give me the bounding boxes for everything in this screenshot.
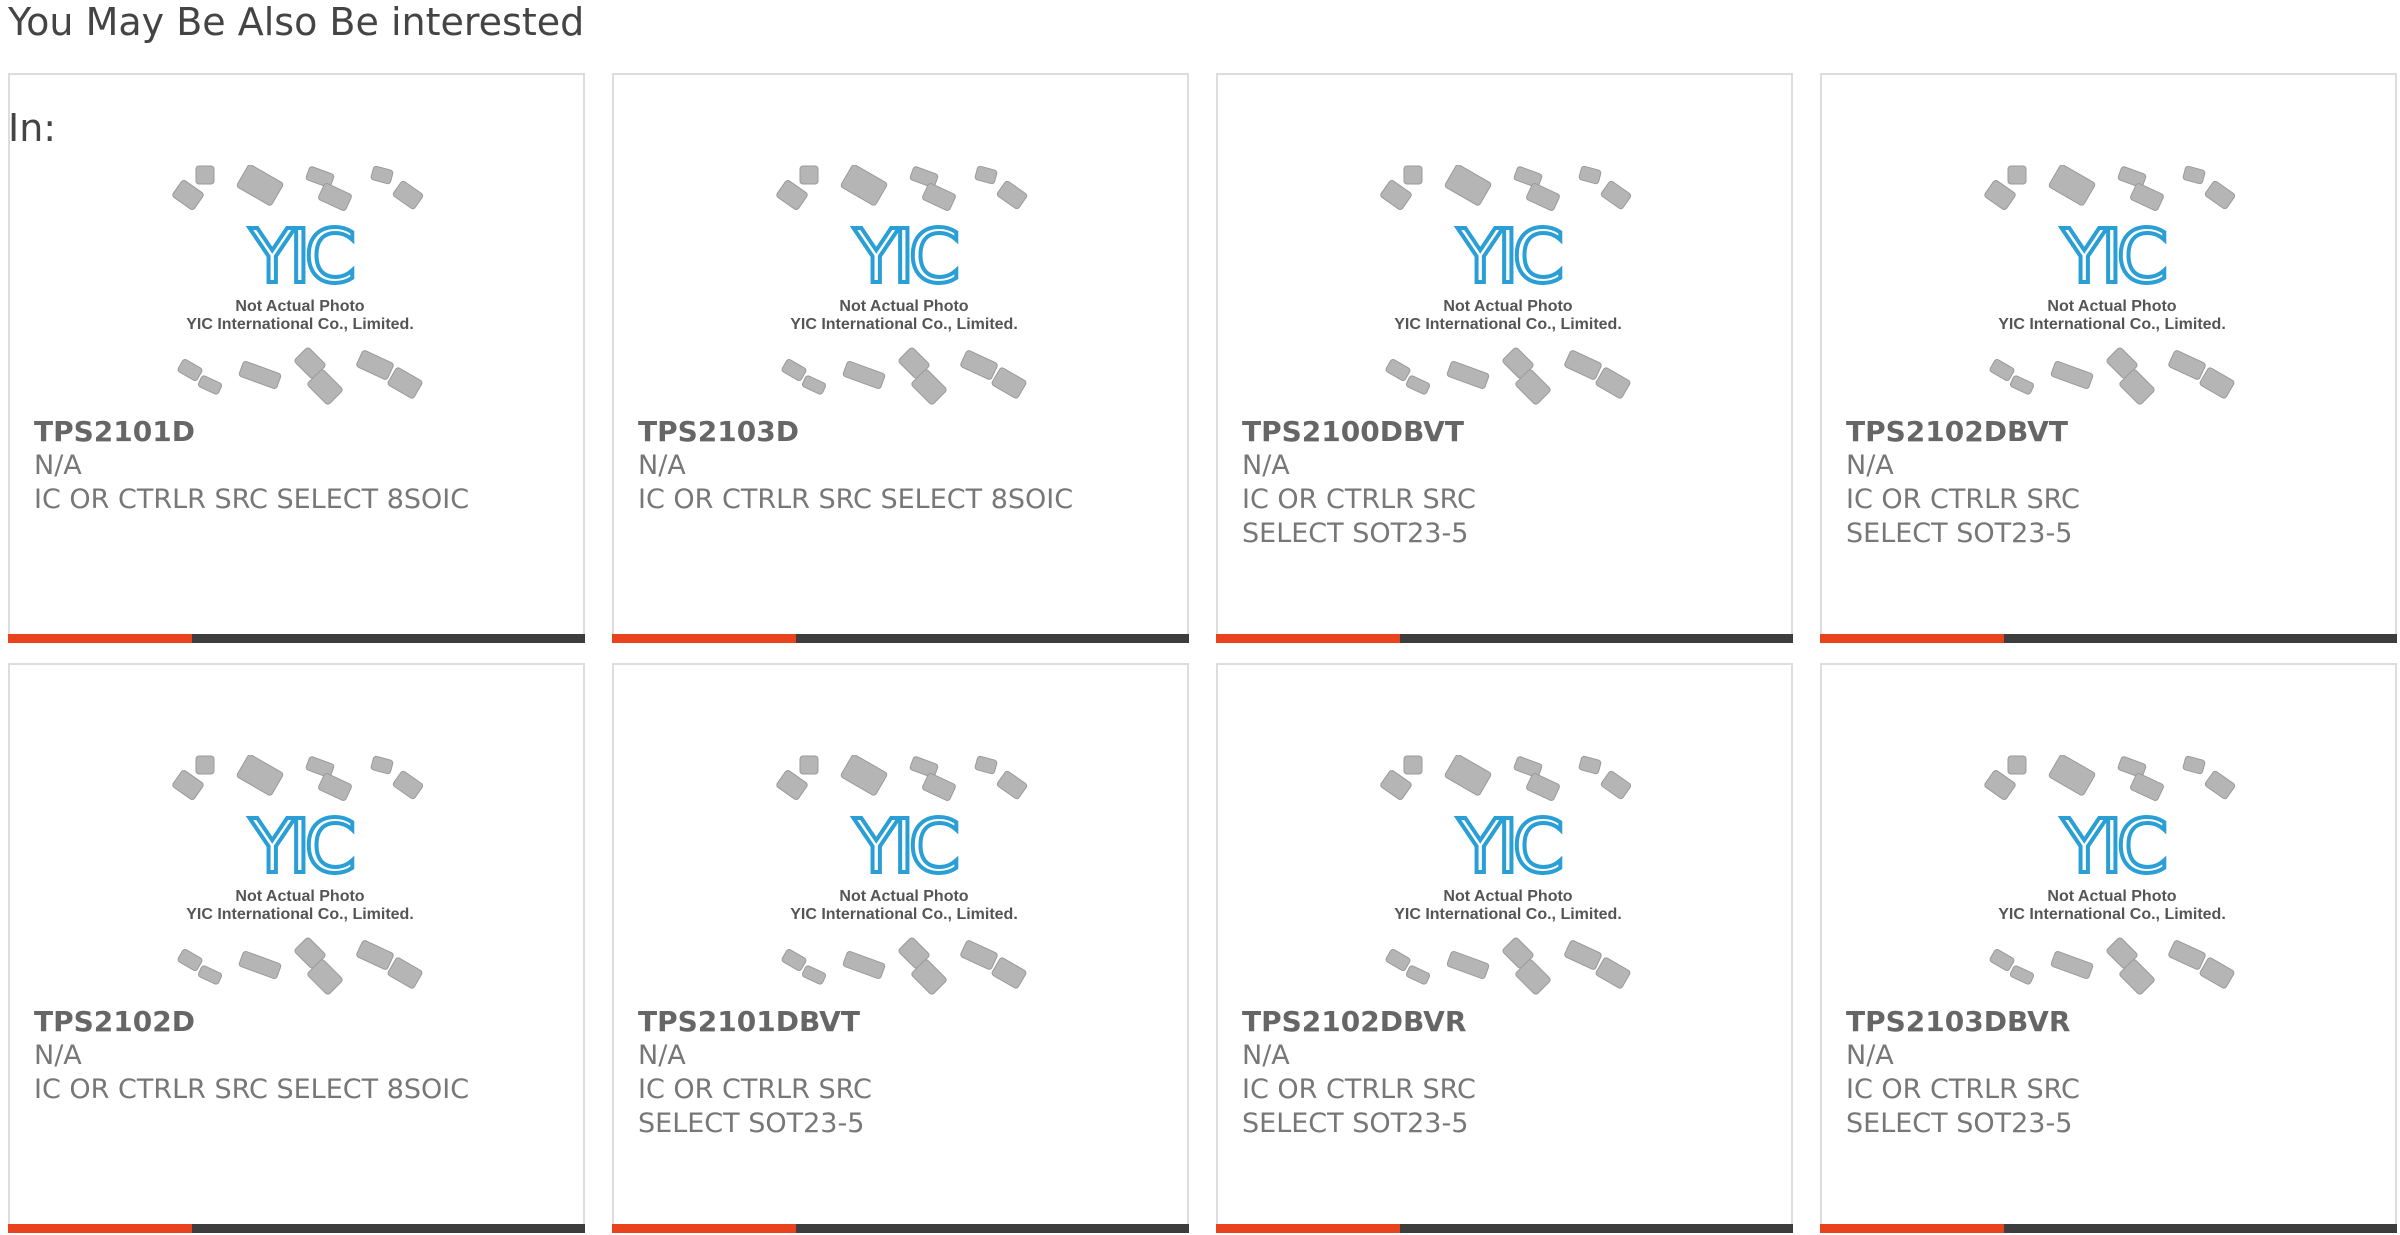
thumbnail-caption-line1: Not Actual Photo [2047,298,2176,315]
yic-logo: YIC [853,214,957,300]
description: IC OR CTRLR SRC SELECT SOT23-5 [1846,484,2080,549]
card-accent-bar [1216,1224,1400,1233]
product-card[interactable]: YIC Not Actual Photo YIC International Co.… [1216,663,1793,1233]
product-thumbnail[interactable]: YIC Not Actual Photo YIC International Co.… [1972,755,2252,995]
product-thumbnail[interactable]: YIC Not Actual Photo YIC International Co.… [764,165,1044,405]
card-accent-bar [1820,634,2004,643]
placeholder-chips-image: YICNot Actual PhotoYIC International Co.… [1380,755,1632,995]
product-info: TPS2102D N/A IC OR CTRLR SRC SELECT 8SOI… [34,1005,554,1107]
section-title: You May Be Also Be interested [8,0,585,44]
card-bottom-bar [1216,1224,1793,1233]
product-card[interactable]: YIC Not Actual Photo YIC International Co.… [1820,73,2397,643]
thumbnail-caption-line2: YIC International Co., Limited. [1394,906,1622,923]
part-number-link[interactable]: TPS2103D [638,415,1158,449]
part-number-link[interactable]: TPS2102D [34,1005,554,1039]
yic-logo: YIC [2061,214,2165,300]
thumbnail-caption-line1: Not Actual Photo [235,298,364,315]
product-card[interactable]: YIC Not Actual Photo YIC International Co.… [1216,73,1793,643]
thumbnail-caption-line1: Not Actual Photo [2047,888,2176,905]
product-info: TPS2100DBVT N/A IC OR CTRLR SRC SELECT S… [1242,415,1762,551]
description: IC OR CTRLR SRC SELECT 8SOIC [34,484,470,515]
placeholder-chips-image: YICNot Actual PhotoYIC International Co.… [776,755,1028,995]
product-thumbnail[interactable]: YIC Not Actual Photo YIC International Co.… [160,755,440,995]
card-bottom-bar [8,634,585,643]
product-thumbnail[interactable]: YIC Not Actual Photo YIC International Co.… [1368,165,1648,405]
yic-logo: YIC [1457,214,1561,300]
product-info: TPS2103D N/A IC OR CTRLR SRC SELECT 8SOI… [638,415,1158,517]
product-info: TPS2101D N/A IC OR CTRLR SRC SELECT 8SOI… [34,415,554,517]
manufacturer: N/A [638,1040,686,1071]
product-card[interactable]: YIC Not Actual Photo YIC International Co.… [612,73,1189,643]
description: IC OR CTRLR SRC SELECT SOT23-5 [638,1074,872,1139]
placeholder-chips-image: YICNot Actual PhotoYIC International Co.… [1380,165,1632,405]
product-thumbnail[interactable]: YIC Not Actual Photo YIC International Co.… [160,165,440,405]
description: IC OR CTRLR SRC SELECT SOT23-5 [1242,1074,1476,1139]
card-accent-bar [612,1224,796,1233]
thumbnail-caption-line1: Not Actual Photo [1443,298,1572,315]
manufacturer: N/A [34,1040,82,1071]
product-card[interactable]: YIC Not Actual Photo YIC International Co.… [1820,663,2397,1233]
card-accent-bar [8,1224,192,1233]
card-accent-bar [1820,1224,2004,1233]
part-number-link[interactable]: TPS2102DBVT [1846,415,2366,449]
product-card[interactable]: YIC Not Actual Photo YIC International Co.… [8,73,585,643]
thumbnail-caption-line2: YIC International Co., Limited. [790,906,1018,923]
product-thumbnail[interactable]: YIC Not Actual Photo YIC International Co.… [1368,755,1648,995]
product-card[interactable]: YIC Not Actual Photo YIC International Co.… [612,663,1189,1233]
placeholder-chips-image: YICNot Actual PhotoYIC International Co.… [172,755,424,995]
description: IC OR CTRLR SRC SELECT 8SOIC [34,1074,470,1105]
product-info: TPS2101DBVT N/A IC OR CTRLR SRC SELECT S… [638,1005,1158,1141]
manufacturer: N/A [638,450,686,481]
thumbnail-caption-line2: YIC International Co., Limited. [186,906,414,923]
thumbnail-caption-line2: YIC International Co., Limited. [1998,906,2226,923]
product-card[interactable]: YIC Not Actual Photo YIC International Co.… [8,663,585,1233]
yic-logo: YIC [249,214,353,300]
thumbnail-caption-line2: YIC International Co., Limited. [1998,316,2226,333]
placeholder-chips-image: YICNot Actual PhotoYIC International Co.… [1984,755,2236,995]
manufacturer: N/A [1846,1040,1894,1071]
placeholder-chips-image: YICNot Actual PhotoYIC International Co.… [1984,165,2236,405]
description: IC OR CTRLR SRC SELECT 8SOIC [638,484,1074,515]
product-thumbnail[interactable]: YIC Not Actual Photo YIC International Co.… [1972,165,2252,405]
placeholder-chips-image: YICNot Actual PhotoYIC International Co.… [172,165,424,405]
description: IC OR CTRLR SRC SELECT SOT23-5 [1846,1074,2080,1139]
yic-logo: YIC [1457,804,1561,890]
card-accent-bar [1216,634,1400,643]
part-number-link[interactable]: TPS2100DBVT [1242,415,1762,449]
thumbnail-caption-line1: Not Actual Photo [1443,888,1572,905]
manufacturer: N/A [1242,1040,1290,1071]
part-number-link[interactable]: TPS2103DBVR [1846,1005,2366,1039]
yic-logo: YIC [2061,804,2165,890]
thumbnail-caption-line1: Not Actual Photo [839,298,968,315]
card-bottom-bar [1216,634,1793,643]
product-thumbnail[interactable]: YIC Not Actual Photo YIC International Co.… [764,755,1044,995]
placeholder-chips-image: YICNot Actual PhotoYIC International Co.… [776,165,1028,405]
yic-logo: YIC [853,804,957,890]
product-info: TPS2103DBVR N/A IC OR CTRLR SRC SELECT S… [1846,1005,2366,1141]
part-number-link[interactable]: TPS2101DBVT [638,1005,1158,1039]
card-bottom-bar [612,634,1189,643]
card-bottom-bar [612,1224,1189,1233]
manufacturer: N/A [1242,450,1290,481]
card-accent-bar [612,634,796,643]
description: IC OR CTRLR SRC SELECT SOT23-5 [1242,484,1476,549]
manufacturer: N/A [1846,450,1894,481]
part-number-link[interactable]: TPS2102DBVR [1242,1005,1762,1039]
section-title-continuation: In: [8,106,57,150]
yic-logo: YIC [249,804,353,890]
thumbnail-caption-line1: Not Actual Photo [235,888,364,905]
card-accent-bar [8,634,192,643]
thumbnail-caption-line2: YIC International Co., Limited. [186,316,414,333]
manufacturer: N/A [34,450,82,481]
card-bottom-bar [8,1224,585,1233]
thumbnail-caption-line2: YIC International Co., Limited. [1394,316,1622,333]
card-bottom-bar [1820,1224,2397,1233]
thumbnail-caption-line2: YIC International Co., Limited. [790,316,1018,333]
thumbnail-caption-line1: Not Actual Photo [839,888,968,905]
card-bottom-bar [1820,634,2397,643]
product-info: TPS2102DBVR N/A IC OR CTRLR SRC SELECT S… [1242,1005,1762,1141]
product-info: TPS2102DBVT N/A IC OR CTRLR SRC SELECT S… [1846,415,2366,551]
part-number-link[interactable]: TPS2101D [34,415,554,449]
